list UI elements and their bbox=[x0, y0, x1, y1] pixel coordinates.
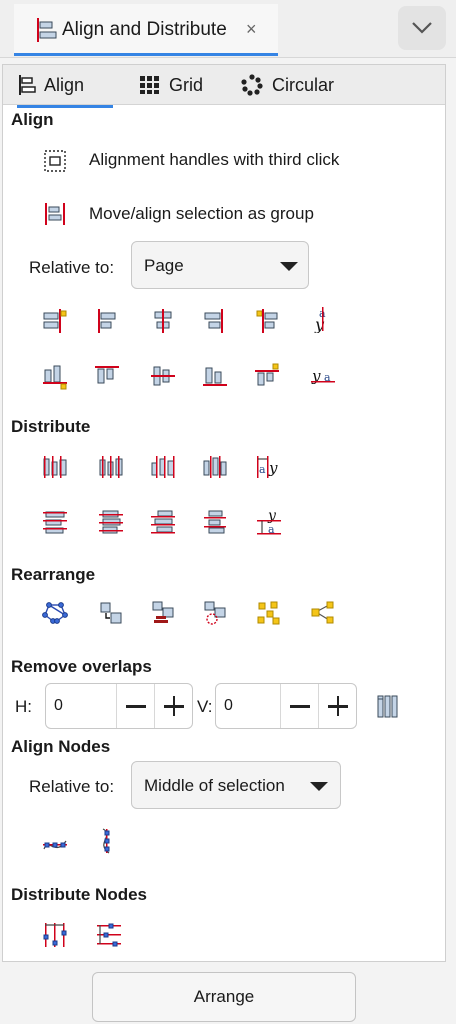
alignment-handles-icon[interactable] bbox=[43, 149, 67, 173]
align-nodes-vertical-icon[interactable] bbox=[93, 827, 121, 855]
align-left-to-anchor-right-icon[interactable] bbox=[253, 307, 281, 335]
align-bottom-edges-icon[interactable] bbox=[201, 362, 229, 390]
align-nodes-horizontal-icon[interactable] bbox=[41, 831, 69, 859]
tab-align[interactable]: Align bbox=[17, 71, 113, 108]
distribute-gaps-horizontal-icon[interactable] bbox=[201, 453, 229, 481]
remove-overlaps-icon[interactable] bbox=[375, 693, 403, 721]
plus-icon[interactable] bbox=[154, 684, 192, 728]
mode-tabs: Align Grid Circular bbox=[3, 65, 445, 108]
dropdown-arrow-icon bbox=[310, 782, 328, 791]
grid-icon bbox=[140, 76, 159, 94]
align-right-to-anchor-left-icon[interactable] bbox=[41, 307, 69, 335]
overlap-v-spinbutton[interactable]: 0 bbox=[215, 683, 357, 729]
align-icon bbox=[19, 75, 36, 95]
overlap-h-label: H: bbox=[15, 697, 32, 716]
align-top-to-anchor-bottom-icon[interactable] bbox=[253, 362, 281, 390]
align-text-baselines-icon[interactable]: ya bbox=[309, 362, 337, 390]
distribute-bottom-edges-icon[interactable] bbox=[149, 508, 177, 536]
exchange-selection-order-icon[interactable] bbox=[149, 599, 177, 627]
dialog-menu-button[interactable] bbox=[398, 6, 446, 50]
move-as-group-icon[interactable] bbox=[43, 202, 67, 226]
overlap-v-value[interactable]: 0 bbox=[224, 697, 233, 715]
align-left-edges-icon[interactable] bbox=[93, 307, 121, 335]
section-title-align: Align bbox=[11, 110, 54, 129]
minus-icon[interactable] bbox=[280, 684, 318, 728]
alignment-handles-label[interactable]: Alignment handles with third click bbox=[89, 150, 339, 170]
chevron-down-icon bbox=[412, 22, 432, 34]
tab-title: Align and Distribute bbox=[62, 19, 227, 40]
align-distribute-icon bbox=[37, 18, 57, 42]
section-title-distribute-nodes: Distribute Nodes bbox=[11, 885, 148, 904]
align-text-anchors-horizontal-icon[interactable]: ay bbox=[309, 305, 337, 333]
center-horizontal-axis-icon[interactable] bbox=[149, 362, 177, 390]
overlap-v-label: V: bbox=[197, 697, 213, 716]
tab-circular[interactable]: Circular bbox=[241, 71, 351, 101]
minus-icon[interactable] bbox=[116, 684, 154, 728]
overlap-h-spinbutton[interactable]: 0 bbox=[45, 683, 193, 729]
exchange-clockwise-icon[interactable] bbox=[201, 599, 229, 627]
plus-icon[interactable] bbox=[318, 684, 356, 728]
align-distribute-panel: Align Grid Circular Align Alignment hand… bbox=[2, 64, 446, 962]
svg-text:y: y bbox=[268, 459, 278, 477]
nodes-relative-to-select[interactable]: Middle of selection bbox=[131, 761, 341, 809]
distribute-gaps-vertical-icon[interactable] bbox=[201, 508, 229, 536]
distribute-text-anchors-vertical-icon[interactable]: ya bbox=[255, 508, 283, 536]
tab-grid[interactable]: Grid bbox=[139, 71, 219, 101]
randomize-centers-icon[interactable] bbox=[255, 599, 283, 627]
distribute-nodes-horizontal-icon[interactable] bbox=[41, 921, 69, 949]
move-as-group-label[interactable]: Move/align selection as group bbox=[89, 204, 314, 224]
overlap-h-value[interactable]: 0 bbox=[54, 697, 63, 715]
distribute-left-edges-icon[interactable] bbox=[41, 453, 69, 481]
center-vertical-axis-icon[interactable] bbox=[149, 307, 177, 335]
section-title-distribute: Distribute bbox=[11, 417, 91, 436]
distribute-centers-vertical-icon[interactable] bbox=[97, 508, 125, 536]
distribute-nodes-vertical-icon[interactable] bbox=[95, 921, 123, 949]
graph-layout-icon[interactable] bbox=[41, 599, 69, 627]
align-bottom-to-anchor-top-icon[interactable] bbox=[41, 362, 69, 390]
arrange-button[interactable]: Arrange bbox=[92, 972, 356, 1022]
relative-to-select[interactable]: Page bbox=[131, 241, 309, 289]
align-top-edges-icon[interactable] bbox=[93, 362, 121, 390]
close-icon[interactable]: × bbox=[246, 20, 257, 38]
exchange-positions-icon[interactable] bbox=[97, 599, 125, 627]
nodes-relative-to-label: Relative to: bbox=[29, 777, 115, 796]
section-title-remove-overlaps: Remove overlaps bbox=[11, 657, 152, 676]
dropdown-arrow-icon bbox=[280, 262, 298, 271]
distribute-text-anchors-horizontal-icon[interactable]: ay bbox=[255, 453, 283, 481]
svg-text:y: y bbox=[267, 508, 277, 524]
align-right-edges-icon[interactable] bbox=[201, 307, 229, 335]
tab-align-and-distribute[interactable]: Align and Distribute × bbox=[14, 4, 278, 56]
distribute-centers-horizontal-icon[interactable] bbox=[97, 453, 125, 481]
circular-icon bbox=[241, 74, 263, 96]
section-title-align-nodes: Align Nodes bbox=[11, 737, 111, 756]
svg-text:a: a bbox=[259, 463, 266, 476]
section-title-rearrange: Rearrange bbox=[11, 565, 96, 584]
relative-to-label: Relative to: bbox=[29, 258, 115, 277]
distribute-right-edges-icon[interactable] bbox=[149, 453, 177, 481]
unclump-objects-icon[interactable] bbox=[309, 599, 337, 627]
dialog-tabbar: Align and Distribute × bbox=[0, 0, 456, 58]
distribute-top-edges-icon[interactable] bbox=[41, 508, 69, 536]
